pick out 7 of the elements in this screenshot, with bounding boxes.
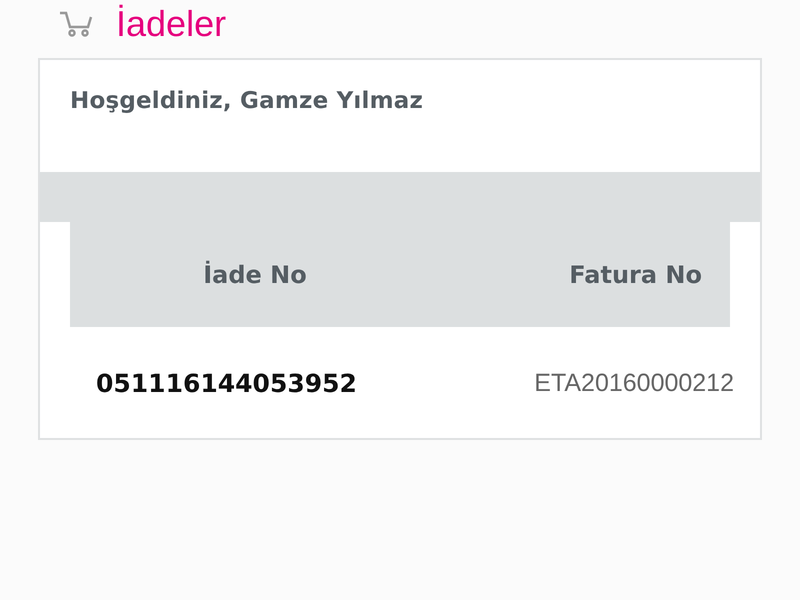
table-cell-text: ETA20160000212 [533, 368, 734, 398]
column-header: Fatura No [568, 260, 703, 288]
column-header: İade No [202, 260, 308, 288]
table-cell-text: 051116144053952 [95, 368, 358, 398]
page-title: İadeler [116, 2, 226, 46]
greeting-text: Hoşgeldiniz, Gamze Yılmaz [69, 87, 424, 116]
shopping-cart-icon [58, 11, 94, 37]
